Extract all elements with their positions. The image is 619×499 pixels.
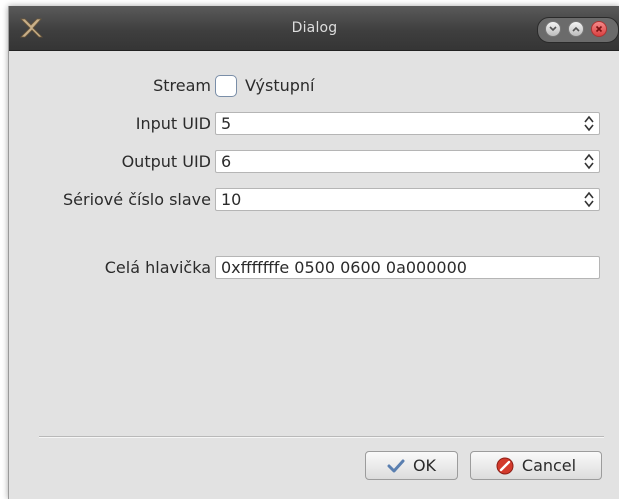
window-title: Dialog <box>291 20 338 36</box>
spin-arrows-icon[interactable] <box>583 191 595 208</box>
ok-button-label: OK <box>412 456 437 475</box>
stream-label: Stream <box>153 76 211 95</box>
chevron-up-icon <box>572 26 580 32</box>
ok-button[interactable]: OK <box>365 451 458 480</box>
cancel-icon <box>496 457 514 474</box>
header-value[interactable]: 0xfffffffe 0500 0600 0a000000 <box>221 258 467 277</box>
slave-serial-value[interactable]: 10 <box>221 190 241 209</box>
separator <box>39 436 604 438</box>
chevron-down-icon <box>549 26 557 32</box>
slave-serial-spinbox[interactable]: 10 <box>215 188 600 211</box>
input-uid-value[interactable]: 5 <box>221 114 231 133</box>
cancel-button[interactable]: Cancel <box>470 451 602 480</box>
minimize-button[interactable] <box>545 21 561 37</box>
input-uid-label: Input UID <box>135 114 211 133</box>
vystupni-checkbox-label[interactable]: Výstupní <box>245 76 314 95</box>
maximize-button[interactable] <box>568 21 584 37</box>
spin-arrows-icon[interactable] <box>583 115 595 132</box>
close-button[interactable] <box>591 21 607 37</box>
input-uid-spinbox[interactable]: 5 <box>215 112 600 135</box>
header-label: Celá hlavička <box>104 258 211 277</box>
output-uid-label: Output UID <box>121 152 211 171</box>
slave-serial-label: Sériové číslo slave <box>62 190 211 209</box>
close-icon <box>595 25 603 33</box>
cancel-button-label: Cancel <box>521 456 577 475</box>
output-uid-spinbox[interactable]: 6 <box>215 150 600 173</box>
spin-arrows-icon[interactable] <box>583 153 595 170</box>
vystupni-checkbox[interactable] <box>215 75 237 97</box>
header-input[interactable]: 0xfffffffe 0500 0600 0a000000 <box>215 256 600 279</box>
output-uid-value[interactable]: 6 <box>221 152 231 171</box>
dialog-window: Dialog Stream Výstupní Input UID 5 Outpu… <box>8 6 619 499</box>
checkmark-icon <box>387 459 405 472</box>
title-bar[interactable]: Dialog <box>9 6 619 51</box>
